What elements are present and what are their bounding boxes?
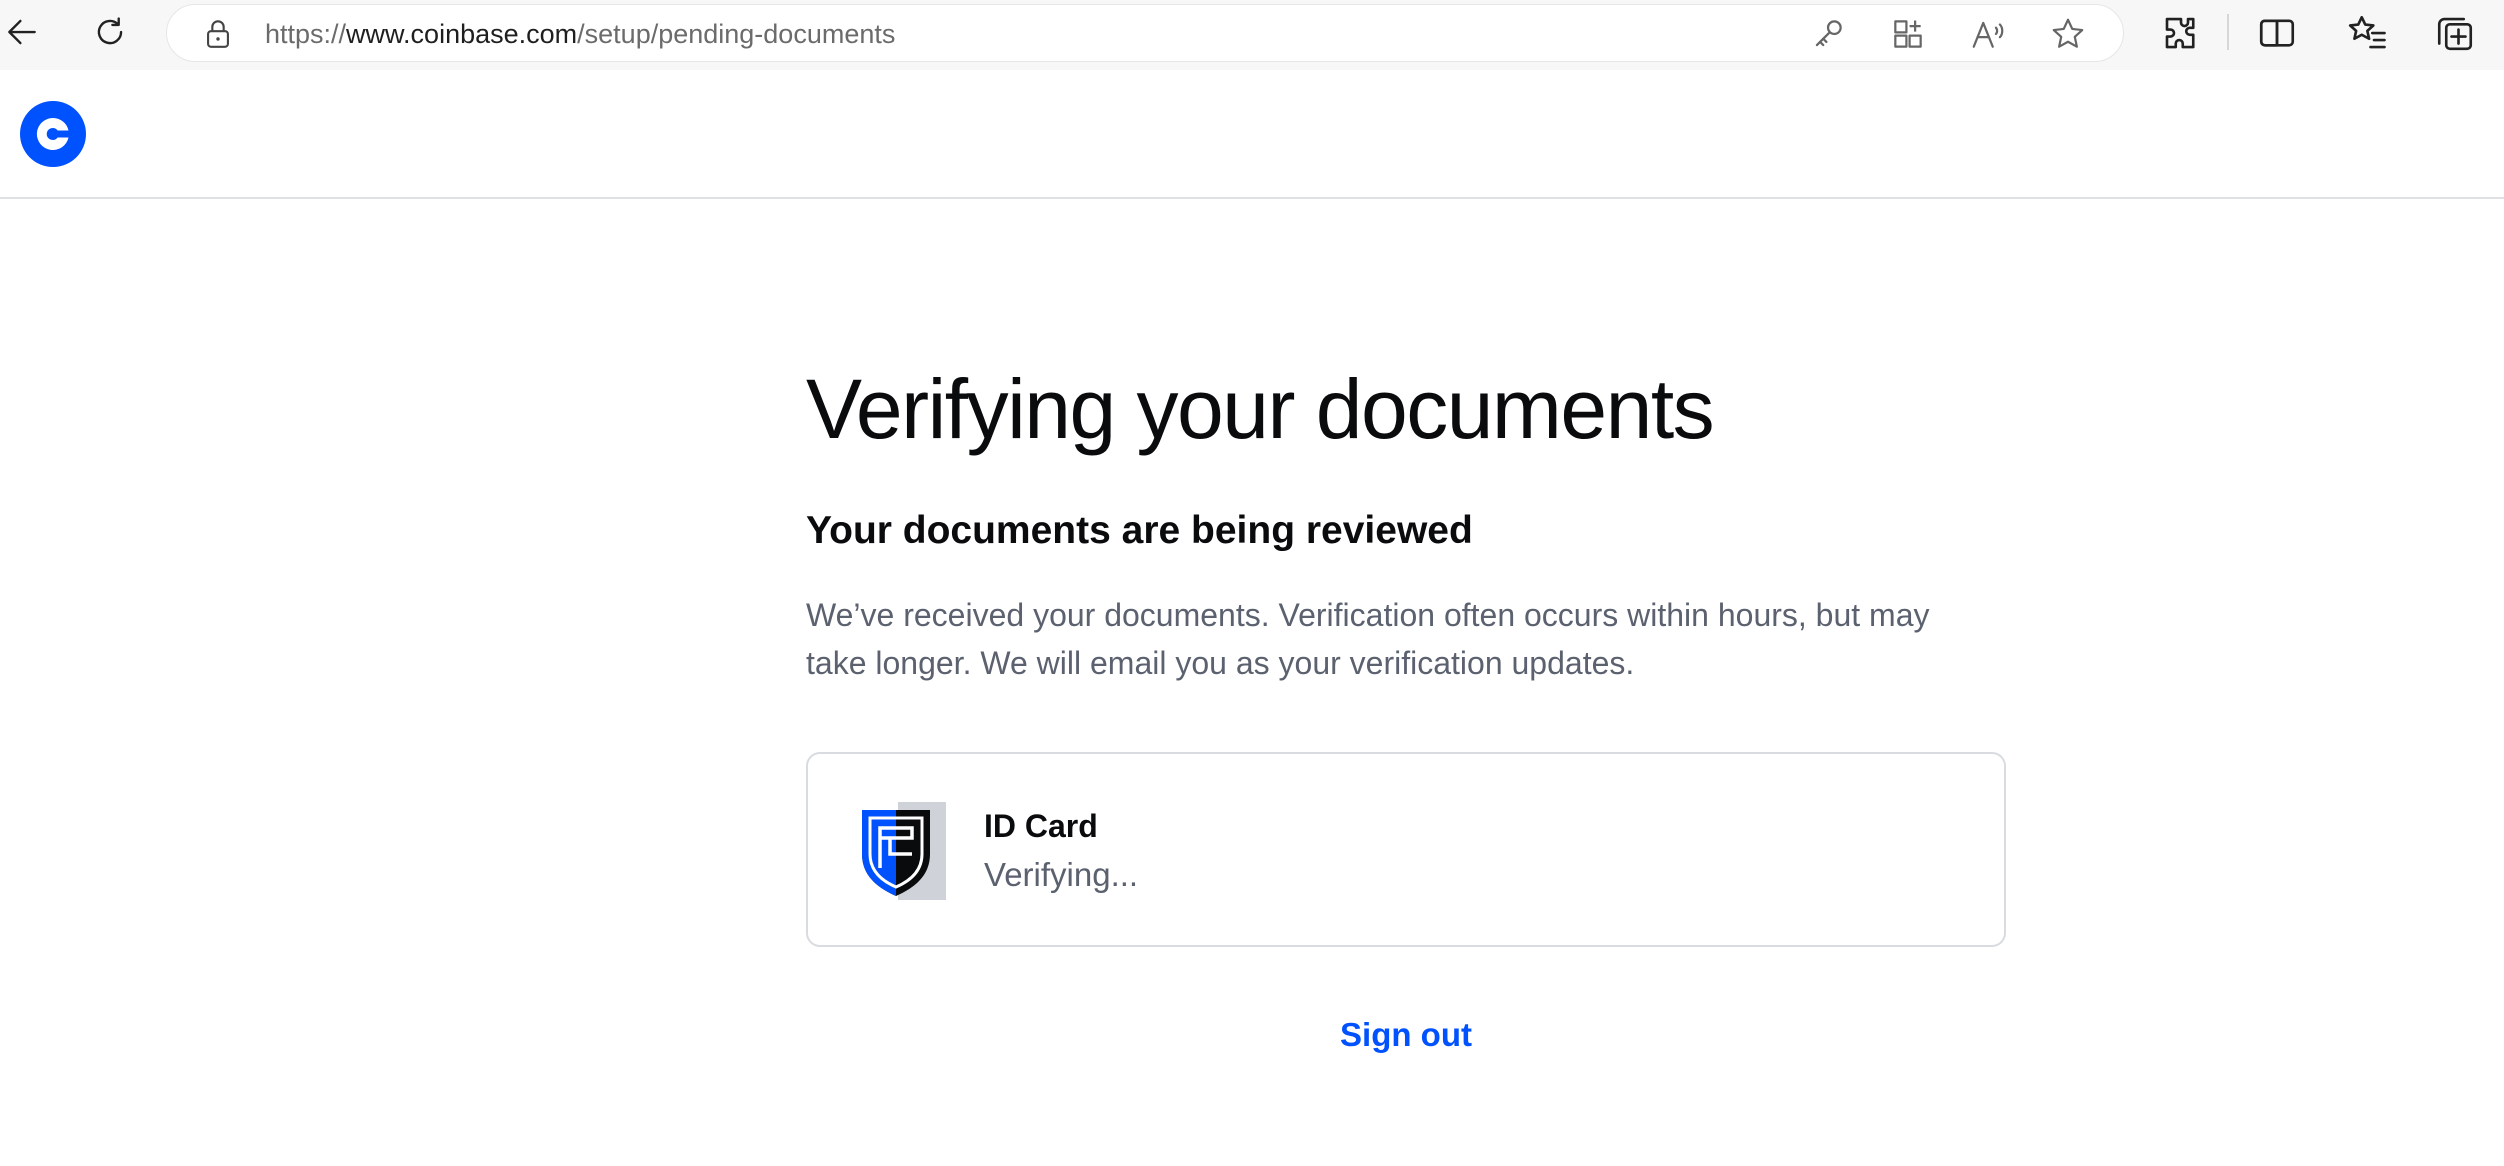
browser-toolbar: https://www.coinbase.com/setup/pending-d…: [0, 0, 2504, 70]
document-name: ID Card: [984, 808, 1098, 844]
url-host: www.coinbase.com: [346, 19, 578, 49]
back-button[interactable]: [0, 4, 50, 60]
apps-icon[interactable]: [1889, 15, 1927, 53]
id-shield-icon: [862, 802, 946, 900]
page-description: We’ve received your documents. Verificat…: [806, 597, 1930, 681]
read-aloud-icon[interactable]: [1969, 15, 2007, 53]
key-icon[interactable]: [1809, 15, 1847, 53]
address-bar[interactable]: https://www.coinbase.com/setup/pending-d…: [166, 4, 2124, 62]
collections-icon[interactable]: [2434, 12, 2476, 54]
page-title: Verifying your documents: [806, 362, 1715, 456]
document-status: Verifying...: [984, 856, 1139, 893]
lock-icon[interactable]: [201, 17, 235, 51]
url-scheme: https://: [265, 19, 347, 49]
url-text[interactable]: https://www.coinbase.com/setup/pending-d…: [265, 5, 895, 63]
split-screen-icon[interactable]: [2256, 12, 2298, 54]
page-subtitle: Your documents are being reviewed: [806, 509, 1473, 552]
favorites-list-icon[interactable]: [2346, 12, 2388, 54]
url-path: /setup/pending-documents: [577, 19, 896, 49]
toolbar-divider: [2227, 14, 2229, 50]
reload-button[interactable]: [82, 4, 138, 60]
star-icon[interactable]: [2049, 15, 2087, 53]
puzzle-icon[interactable]: [2160, 12, 2202, 54]
reload-icon: [97, 17, 123, 45]
site-header: [0, 70, 2504, 199]
sign-out-link[interactable]: Sign out: [806, 1013, 2006, 1057]
document-card: ID Card Verifying...: [806, 752, 2006, 947]
coinbase-logo[interactable]: [20, 101, 86, 167]
back-arrow-icon: [8, 19, 36, 45]
